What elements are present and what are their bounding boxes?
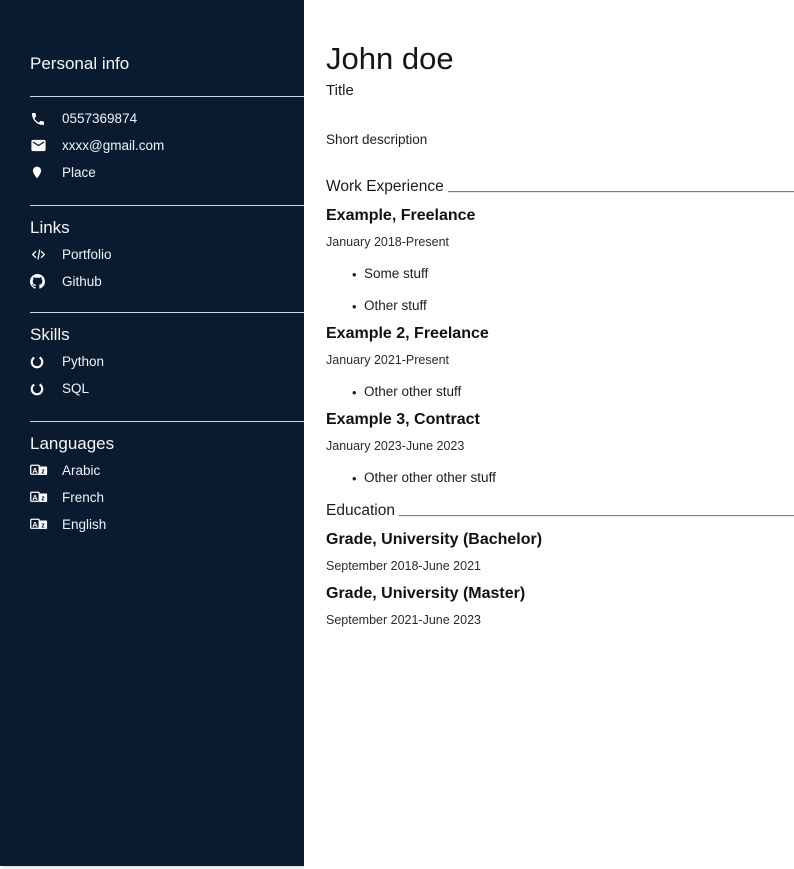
email-address: xxxx@gmail.com bbox=[62, 138, 164, 153]
svg-text:z: z bbox=[41, 520, 45, 529]
phone-icon bbox=[30, 111, 48, 127]
entry-title: Grade, University (Bachelor) bbox=[326, 530, 794, 549]
resume-body: John doe Title Short description Work Ex… bbox=[304, 0, 794, 869]
resume-title: Title bbox=[326, 82, 794, 100]
entry-title: Example, Freelance bbox=[326, 206, 794, 225]
language-label: French bbox=[62, 490, 104, 505]
section-heading-education: Education bbox=[326, 502, 794, 520]
section-heading-label: Education bbox=[326, 502, 395, 520]
svg-text:z: z bbox=[41, 466, 45, 475]
code-icon bbox=[30, 247, 48, 262]
language-item-english: zA English bbox=[0, 511, 304, 538]
section-heading-work-experience: Work Experience bbox=[326, 178, 794, 196]
entry-title: Grade, University (Master) bbox=[326, 584, 794, 603]
sidebar-divider bbox=[30, 312, 304, 313]
link-item-github[interactable]: Github bbox=[0, 268, 304, 295]
resume-description: Short description bbox=[326, 132, 794, 148]
resume-page: Personal info 0557369874 xxxx@gmail.com … bbox=[0, 0, 794, 869]
entry-bullets: Some stuff Other stuff bbox=[326, 266, 794, 314]
skills-heading: Skills bbox=[30, 326, 304, 344]
sidebar-divider bbox=[30, 205, 304, 206]
sidebar-divider bbox=[30, 421, 304, 422]
svg-text:A: A bbox=[32, 520, 37, 529]
entry-bullets: Other other stuff bbox=[326, 384, 794, 400]
circle-notch-icon bbox=[30, 382, 48, 396]
entry-dates: January 2023-June 2023 bbox=[326, 439, 794, 454]
translate-icon: zA bbox=[30, 518, 48, 531]
resume-name: John doe bbox=[326, 41, 794, 77]
circle-notch-icon bbox=[30, 355, 48, 369]
contact-item-place: Place bbox=[0, 159, 304, 186]
svg-text:A: A bbox=[32, 493, 37, 502]
svg-text:A: A bbox=[32, 466, 37, 475]
location-icon bbox=[30, 165, 48, 180]
github-link-label: Github bbox=[62, 274, 102, 289]
github-icon bbox=[30, 274, 48, 289]
bullet-item: Other other other stuff bbox=[326, 470, 794, 486]
contact-item-email: xxxx@gmail.com bbox=[0, 132, 304, 159]
education-entry: Grade, University (Master) September 202… bbox=[326, 584, 794, 628]
skill-item-python: Python bbox=[0, 348, 304, 375]
bullet-item: Other other stuff bbox=[326, 384, 794, 400]
sidebar: Personal info 0557369874 xxxx@gmail.com … bbox=[0, 0, 304, 866]
place-label: Place bbox=[62, 165, 96, 180]
experience-entry: Example, Freelance January 2018-Present … bbox=[326, 206, 794, 314]
language-item-french: zA French bbox=[0, 484, 304, 511]
contact-item-phone: 0557369874 bbox=[0, 105, 304, 132]
experience-entry: Example 2, Freelance January 2021-Presen… bbox=[326, 324, 794, 400]
entry-title: Example 2, Freelance bbox=[326, 324, 794, 343]
link-item-portfolio[interactable]: Portfolio bbox=[0, 241, 304, 268]
svg-text:z: z bbox=[41, 493, 45, 502]
skill-label: SQL bbox=[62, 381, 89, 396]
section-heading-label: Work Experience bbox=[326, 178, 444, 196]
languages-heading: Languages bbox=[30, 435, 304, 453]
translate-icon: zA bbox=[30, 464, 48, 477]
entry-bullets: Other other other stuff bbox=[326, 470, 794, 486]
section-heading-rule bbox=[399, 515, 794, 517]
email-icon bbox=[30, 137, 48, 154]
translate-icon: zA bbox=[30, 491, 48, 504]
phone-number: 0557369874 bbox=[62, 111, 137, 126]
language-label: Arabic bbox=[62, 463, 100, 478]
skill-label: Python bbox=[62, 354, 104, 369]
bullet-item: Some stuff bbox=[326, 266, 794, 282]
personal-info-heading: Personal info bbox=[30, 55, 304, 73]
links-heading: Links bbox=[30, 219, 304, 237]
entry-dates: September 2018-June 2021 bbox=[326, 559, 794, 574]
entry-dates: September 2021-June 2023 bbox=[326, 613, 794, 628]
portfolio-link-label: Portfolio bbox=[62, 247, 112, 262]
sidebar-divider bbox=[30, 96, 304, 97]
experience-entry: Example 3, Contract January 2023-June 20… bbox=[326, 410, 794, 486]
language-item-arabic: zA Arabic bbox=[0, 457, 304, 484]
education-entry: Grade, University (Bachelor) September 2… bbox=[326, 530, 794, 574]
bullet-item: Other stuff bbox=[326, 298, 794, 314]
entry-dates: January 2021-Present bbox=[326, 353, 794, 368]
skill-item-sql: SQL bbox=[0, 375, 304, 402]
section-heading-rule bbox=[448, 191, 794, 193]
entry-dates: January 2018-Present bbox=[326, 235, 794, 250]
entry-title: Example 3, Contract bbox=[326, 410, 794, 429]
language-label: English bbox=[62, 517, 106, 532]
